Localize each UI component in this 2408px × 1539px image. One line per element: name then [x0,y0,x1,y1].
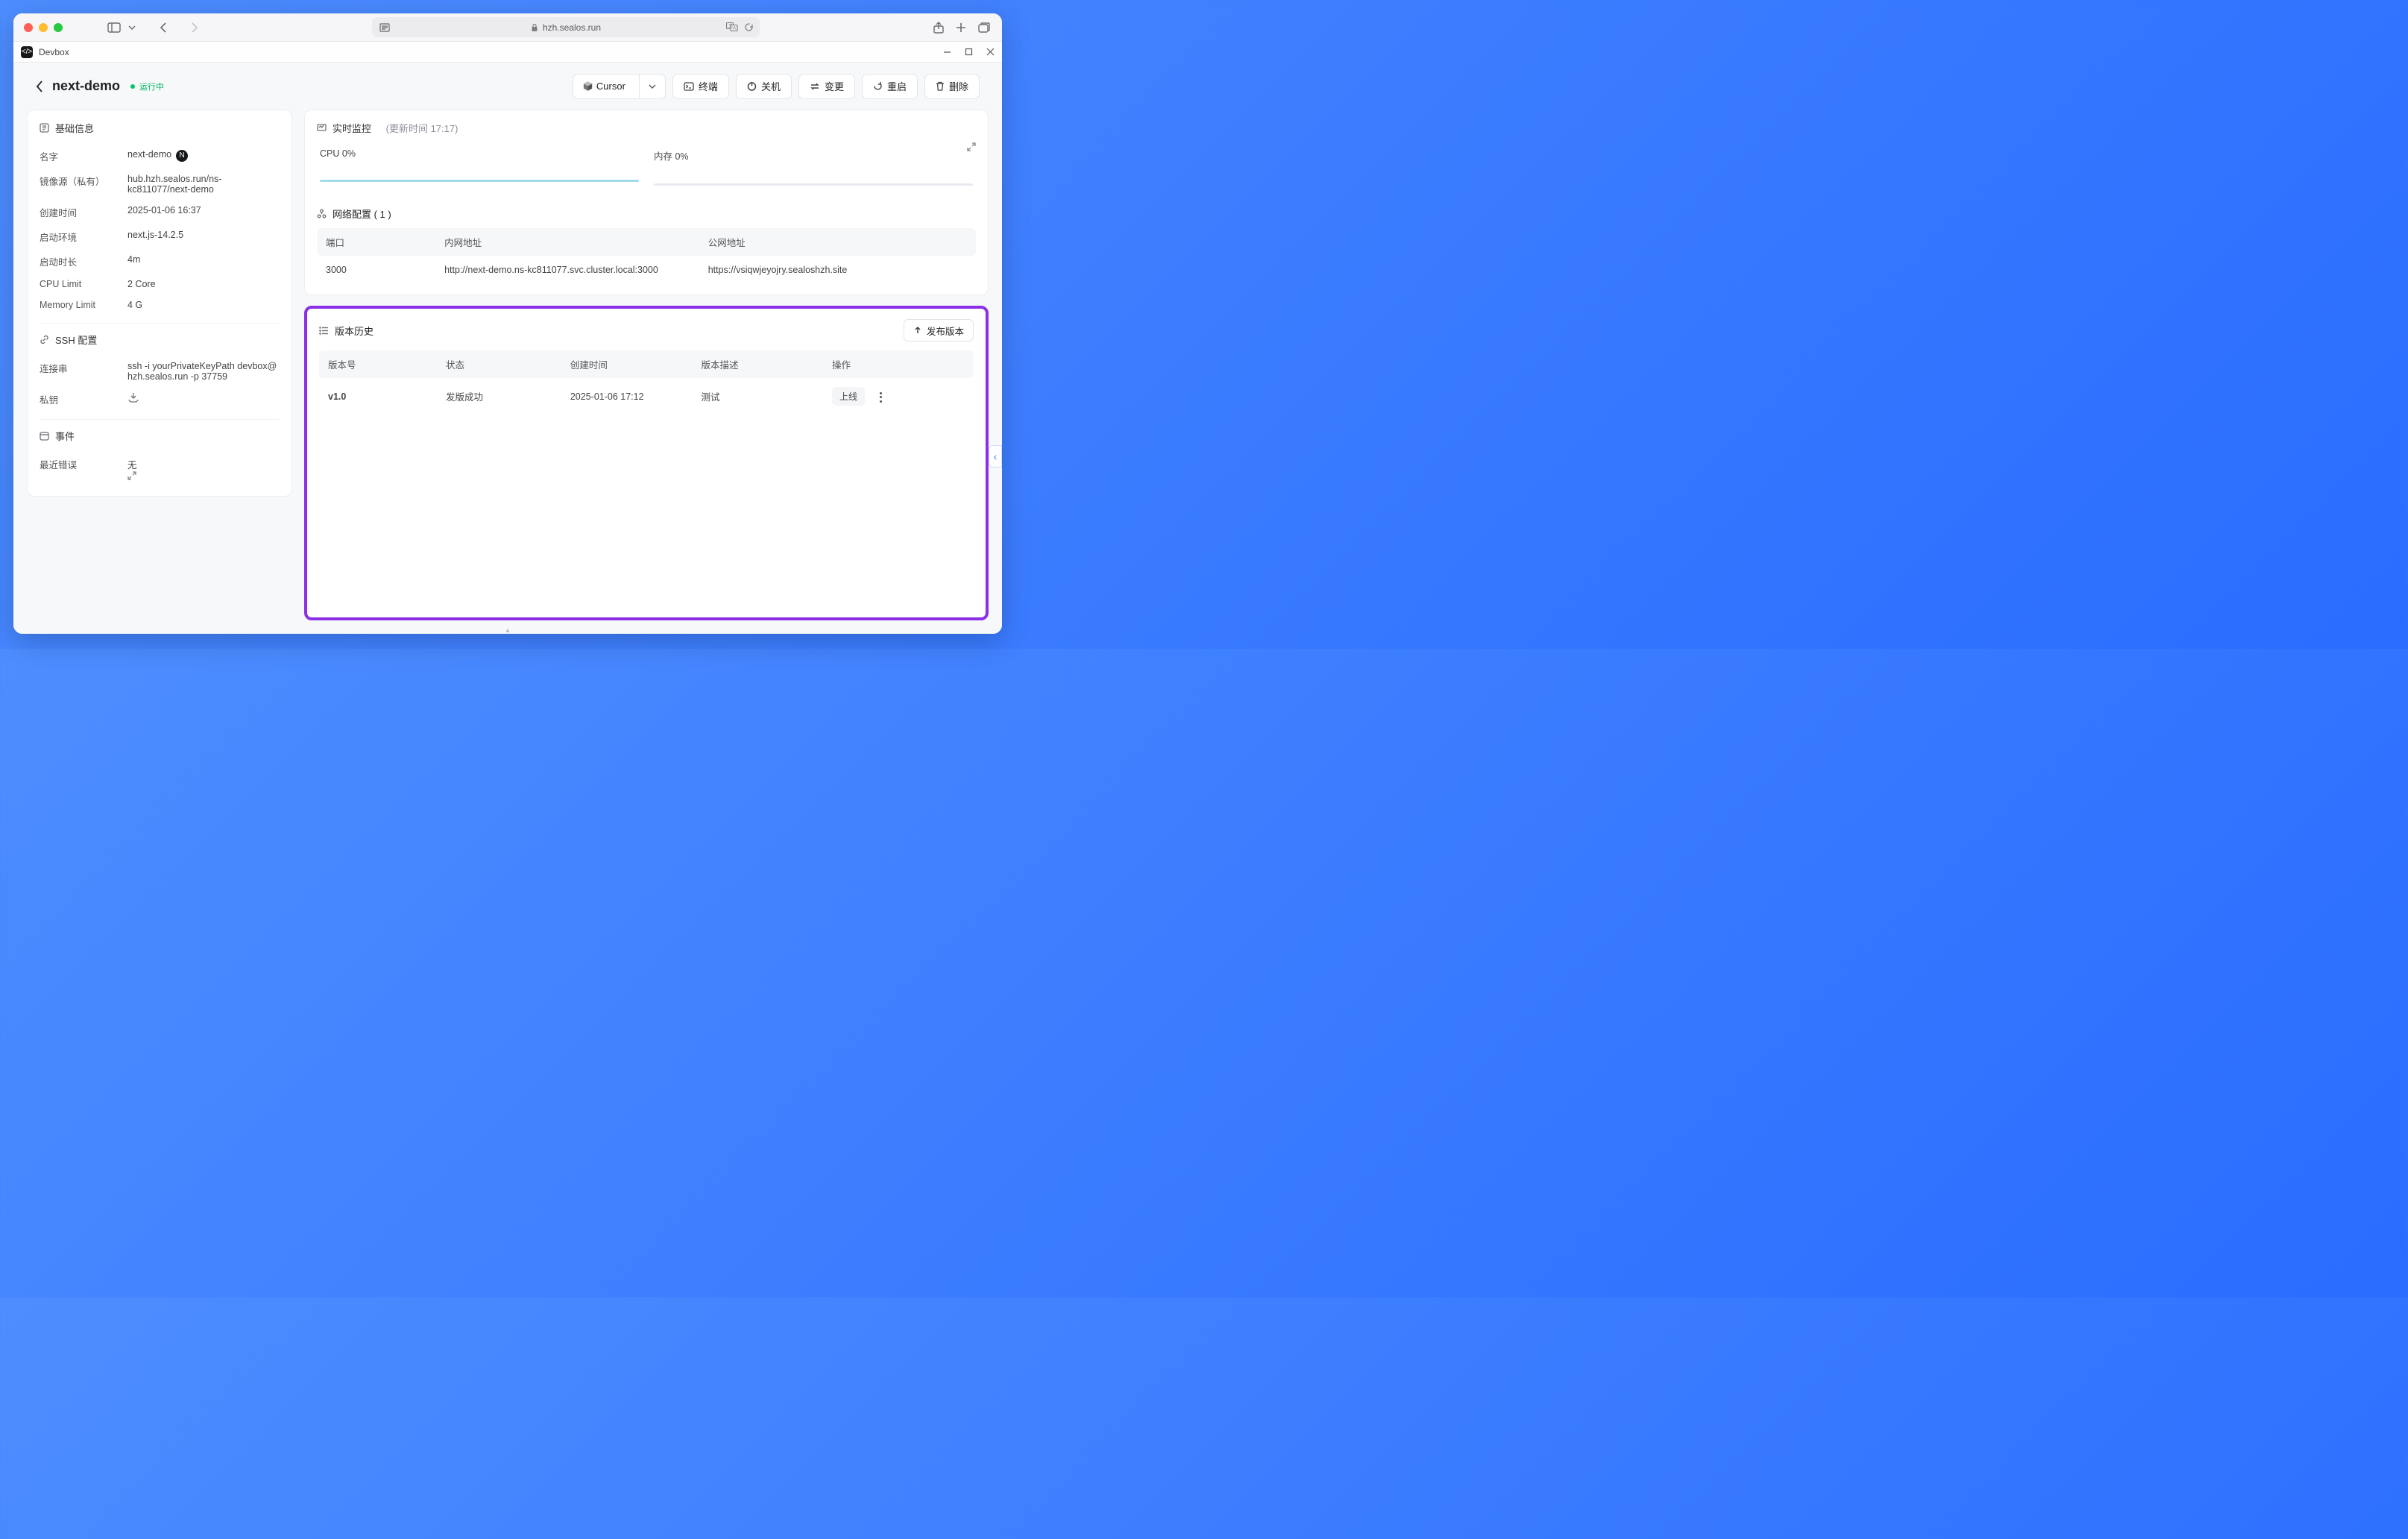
network-row: 3000 http://next-demo.ns-kc811077.svc.cl… [317,256,976,284]
terminal-icon [684,82,694,91]
side-collapse-toggle[interactable]: ‹ [989,445,1002,468]
sidebar-icon[interactable] [107,22,121,33]
mem-chart [654,183,973,186]
ide-dropdown-icon[interactable] [639,75,665,98]
row-more-icon[interactable] [880,392,882,403]
cursor-icon [582,81,593,92]
network-icon [317,209,327,218]
monitor-expand-icon[interactable] [967,142,976,151]
basic-info-card: 基础信息 名字next-demoN 镜像源（私有）hub.hzh.sealos.… [27,110,292,497]
url-text: hzh.sealos.run [543,22,601,33]
reader-icon[interactable] [379,23,390,32]
expand-icon[interactable] [127,471,280,480]
tech-badge: N [176,150,188,162]
terminal-button[interactable]: 终端 [672,74,729,99]
nav-back-icon[interactable] [160,22,167,33]
versions-table: 版本号 状态 创建时间 版本描述 操作 v1.0 发版成功 2025-01-06… [319,350,974,415]
mem-label: 内存 0% [654,148,973,163]
nav-forward-icon[interactable] [191,22,198,33]
network-table: 端口 内网地址 公网地址 3000 http://next-demo.ns-kc… [317,228,976,284]
translate-icon[interactable]: 文A [726,22,738,32]
info-icon [40,123,49,133]
browser-window: hzh.sealos.run 文A </> Devbox next-demo [13,13,1002,634]
resize-handle-icon[interactable]: ▴ [493,626,523,634]
cpu-chart [320,180,639,182]
delete-button[interactable]: 删除 [924,74,980,99]
share-icon[interactable] [933,22,944,34]
close-dot[interactable] [24,23,33,32]
page-title: next-demo [52,78,120,94]
version-row: v1.0 发版成功 2025-01-06 17:12 测试 上线 [319,378,974,415]
status-badge: 运行中 [130,81,164,92]
window-maximize-icon[interactable] [965,48,973,56]
reload-icon[interactable] [744,22,754,32]
versions-card: 版本历史 发布版本 版本号 状态 创建时间 版本描述 操作 [304,306,989,620]
trash-icon [936,81,945,91]
monitor-icon [317,123,327,133]
shutdown-button[interactable]: 关机 [736,74,792,99]
power-icon [747,81,757,91]
tabs-icon[interactable] [978,22,990,34]
change-button[interactable]: 变更 [798,74,855,99]
cpu-label: CPU 0% [320,148,639,159]
ide-selector[interactable]: Cursor [573,74,666,99]
tab-title[interactable]: Devbox [39,47,69,57]
deploy-button[interactable]: 上线 [832,387,865,406]
page-header: next-demo 运行中 Cursor 终端 关机 变更 重启 删除 [13,63,1002,110]
events-icon [40,431,49,441]
address-bar[interactable]: hzh.sealos.run 文A [372,17,760,37]
back-button[interactable] [36,81,43,92]
list-icon [319,327,329,335]
new-tab-icon[interactable] [956,22,966,34]
chevron-down-icon[interactable] [128,25,136,30]
restart-icon [873,81,883,91]
app-icon: </> [21,46,33,58]
lock-icon [531,23,538,32]
page-content: next-demo 运行中 Cursor 终端 关机 变更 重启 删除 基础信息… [13,63,1002,634]
window-minimize-icon[interactable] [943,48,951,56]
download-key-icon[interactable] [127,392,280,403]
publish-version-button[interactable]: 发布版本 [904,319,974,342]
window-close-icon[interactable] [986,48,995,56]
link-icon [40,335,49,344]
monitor-card: 实时监控 (更新时间 17:17) CPU 0% 内存 0% 网络配置 ( 1 … [304,110,989,295]
tabstrip: </> Devbox [13,42,1002,63]
svg-text:A: A [733,27,736,31]
upload-icon [913,326,922,335]
restart-button[interactable]: 重启 [862,74,918,99]
swap-icon [810,82,820,91]
fullscreen-dot[interactable] [54,23,63,32]
minimize-dot[interactable] [39,23,48,32]
titlebar: hzh.sealos.run 文A [13,13,1002,42]
traffic-lights [24,23,63,32]
